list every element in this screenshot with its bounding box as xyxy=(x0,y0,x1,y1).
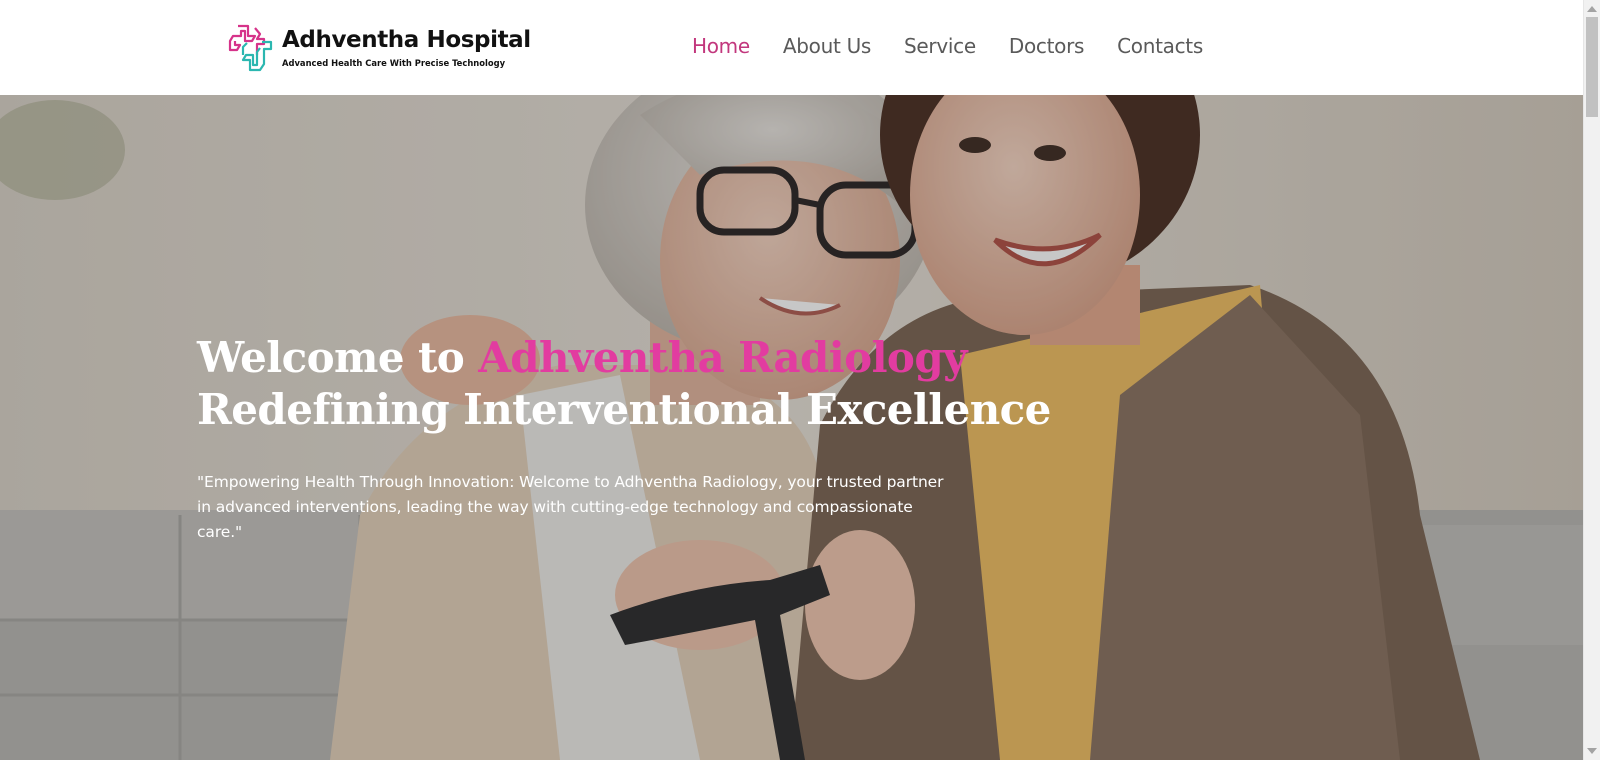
brand-name: Adhventha Hospital xyxy=(282,27,531,53)
nav-link-service[interactable]: Service xyxy=(904,30,976,62)
nav-link-home[interactable]: Home xyxy=(692,30,750,62)
brand-text: Adhventha Hospital Advanced Health Care … xyxy=(282,27,531,69)
hero-heading: Welcome to Adhventha Radiology Redefinin… xyxy=(197,332,1097,436)
hero-heading-line-1: Welcome to Adhventha Radiology xyxy=(197,332,1097,384)
hero-content: Welcome to Adhventha Radiology Redefinin… xyxy=(197,332,1097,545)
viewport: Adhventha Hospital Advanced Health Care … xyxy=(0,0,1583,760)
scroll-down-arrow-icon[interactable] xyxy=(1587,748,1597,754)
main-nav: Home About Us Service Doctors Contacts xyxy=(692,30,1203,62)
nav-link-contacts[interactable]: Contacts xyxy=(1117,30,1203,62)
page-scrollbar[interactable] xyxy=(1583,0,1600,760)
nav-link-about-us[interactable]: About Us xyxy=(783,30,871,62)
scroll-thumb[interactable] xyxy=(1586,17,1598,117)
hero-heading-prefix: Welcome to xyxy=(197,333,479,382)
scroll-up-arrow-icon[interactable] xyxy=(1587,6,1597,12)
site-header: Adhventha Hospital Advanced Health Care … xyxy=(0,0,1583,95)
hero-section: Welcome to Adhventha Radiology Redefinin… xyxy=(0,95,1583,760)
hero-quote: "Empowering Health Through Innovation: W… xyxy=(197,473,944,541)
hero-heading-line-2: Redefining Interventional Excellence xyxy=(197,385,1051,434)
nav-link-doctors[interactable]: Doctors xyxy=(1009,30,1085,62)
medical-cross-logo-icon xyxy=(228,24,273,72)
brand-logo-link[interactable]: Adhventha Hospital Advanced Health Care … xyxy=(224,22,531,74)
brand-tagline: Advanced Health Care With Precise Techno… xyxy=(282,58,506,68)
hero-heading-accent: Adhventha Radiology xyxy=(478,333,967,382)
